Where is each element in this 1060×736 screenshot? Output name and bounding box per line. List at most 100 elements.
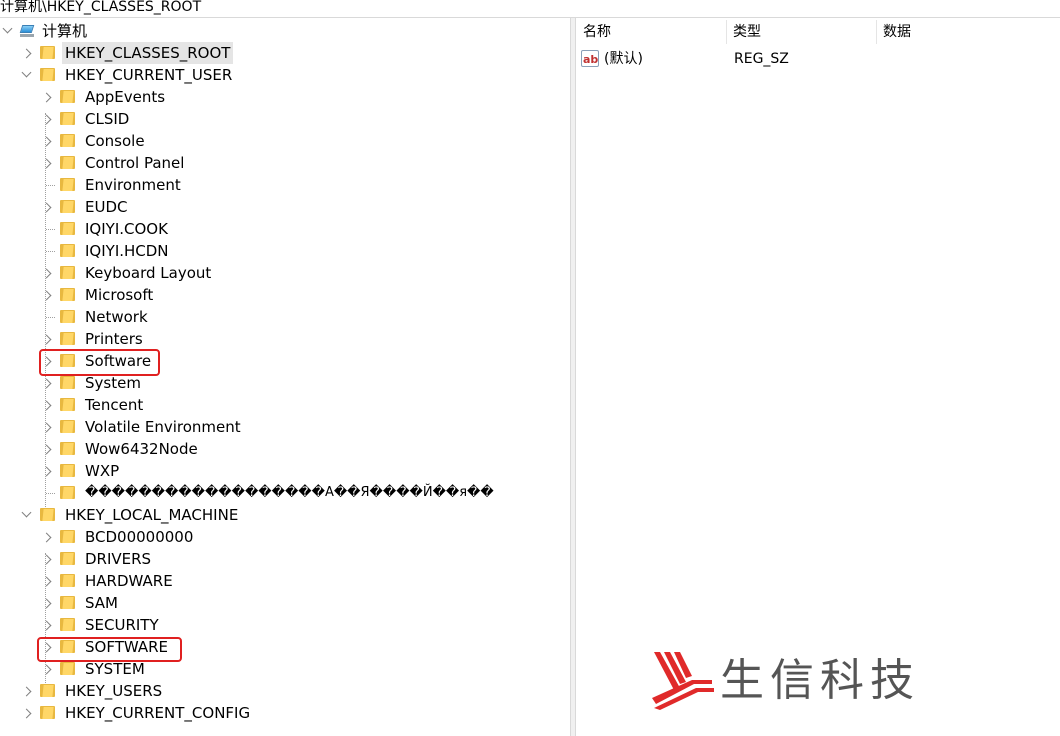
- tree-item-label: WXP: [85, 462, 120, 480]
- chevron-down-icon[interactable]: [2, 23, 13, 34]
- list-item[interactable]: ab (默认) REG_SZ: [581, 48, 1051, 70]
- chevron-right-icon[interactable]: [41, 444, 52, 455]
- tree-item-drivers[interactable]: DRIVERS: [41, 548, 460, 570]
- tree-item-label: Volatile Environment: [85, 418, 241, 436]
- folder-icon: [60, 332, 75, 345]
- tree-item-label: ������������������A��Я����Й��я��: [85, 485, 494, 500]
- tree-item-label: IQIYI.HCDN: [85, 242, 169, 260]
- tree-item-volatile-environment[interactable]: Volatile Environment: [41, 416, 460, 438]
- tree-item-appevents[interactable]: AppEvents: [41, 86, 460, 108]
- tree-hive-classes-root[interactable]: HKEY_CLASSES_ROOT: [21, 42, 340, 64]
- chevron-right-icon[interactable]: [41, 466, 52, 477]
- address-bar[interactable]: 计算机\HKEY_CLASSES_ROOT: [0, 0, 1060, 18]
- tree-item-tencent[interactable]: Tencent: [41, 394, 460, 416]
- chevron-right-icon[interactable]: [21, 686, 32, 697]
- chevron-right-icon[interactable]: [41, 554, 52, 565]
- tree-item-label: Tencent: [85, 396, 144, 414]
- pane-splitter[interactable]: [570, 18, 576, 736]
- tree-hive-current-config[interactable]: HKEY_CURRENT_CONFIG: [21, 702, 340, 724]
- tree-item-label: DRIVERS: [85, 550, 152, 568]
- tree-item-label: Network: [85, 308, 148, 326]
- chevron-right-icon[interactable]: [41, 202, 52, 213]
- tree-hive-users[interactable]: HKEY_USERS: [21, 680, 340, 702]
- folder-icon: [40, 706, 55, 719]
- folder-icon: [40, 684, 55, 697]
- chevron-down-icon[interactable]: [21, 507, 32, 518]
- column-header-type[interactable]: 类型: [727, 20, 877, 44]
- chevron-right-icon[interactable]: [41, 136, 52, 147]
- chevron-right-icon[interactable]: [41, 576, 52, 587]
- tree-root-computer[interactable]: 计算机: [0, 20, 200, 42]
- tree-item-keyboard-layout[interactable]: Keyboard Layout: [41, 262, 460, 284]
- tree-item-bcd[interactable]: BCD00000000: [41, 526, 460, 548]
- tree-item-label: IQIYI.COOK: [85, 220, 168, 238]
- tree-item-garbled[interactable]: ������������������A��Я����Й��я��: [46, 482, 540, 504]
- tree-item-microsoft[interactable]: Microsoft: [41, 284, 460, 306]
- tree-hive-current-user[interactable]: HKEY_CURRENT_USER: [21, 64, 340, 86]
- chevron-right-icon[interactable]: [21, 48, 32, 59]
- highlight-box-software: [39, 349, 160, 376]
- tree-item-console[interactable]: Console: [41, 130, 460, 152]
- tree-hive-label: HKEY_CURRENT_CONFIG: [65, 704, 251, 722]
- chevron-down-icon[interactable]: [21, 67, 32, 78]
- folder-icon: [60, 112, 75, 125]
- value-name: (默认): [604, 51, 643, 67]
- tree-item-label: Keyboard Layout: [85, 264, 212, 282]
- column-header-label: 数据: [883, 24, 911, 40]
- column-header-name[interactable]: 名称: [577, 20, 727, 44]
- tree-item-wxp[interactable]: WXP: [41, 460, 460, 482]
- tree-item-iqiyi-cook[interactable]: IQIYI.COOK: [46, 218, 460, 240]
- registry-tree[interactable]: 计算机 HKEY_CLASSES_ROOT HKEY_CURRENT_USER …: [0, 18, 570, 736]
- tree-hive-label: HKEY_CLASSES_ROOT: [62, 42, 234, 64]
- chevron-right-icon[interactable]: [41, 334, 52, 345]
- tree-item-network[interactable]: Network: [46, 306, 460, 328]
- chevron-right-icon[interactable]: [41, 378, 52, 389]
- watermark-text: 生信科技: [720, 655, 920, 706]
- folder-icon: [60, 552, 75, 565]
- column-header-data[interactable]: 数据: [877, 20, 1060, 44]
- chevron-right-icon[interactable]: [41, 620, 52, 631]
- computer-icon: [19, 25, 36, 37]
- tree-item-iqiyi-hcdn[interactable]: IQIYI.HCDN: [46, 240, 460, 262]
- chevron-right-icon[interactable]: [41, 268, 52, 279]
- chevron-right-icon[interactable]: [41, 158, 52, 169]
- tree-item-label: EUDC: [85, 198, 128, 216]
- chevron-right-icon[interactable]: [41, 664, 52, 675]
- chevron-right-icon[interactable]: [41, 400, 52, 411]
- tree-item-hardware[interactable]: HARDWARE: [41, 570, 460, 592]
- chevron-right-icon[interactable]: [21, 708, 32, 719]
- folder-icon: [60, 200, 75, 213]
- folder-icon: [60, 618, 75, 631]
- tree-item-security[interactable]: SECURITY: [41, 614, 460, 636]
- tree-item-environment[interactable]: Environment: [46, 174, 460, 196]
- tree-item-label: Wow6432Node: [85, 440, 198, 458]
- folder-icon: [60, 442, 75, 455]
- folder-icon: [40, 508, 55, 521]
- tree-hive-local-machine[interactable]: HKEY_LOCAL_MACHINE: [21, 504, 340, 526]
- folder-icon: [60, 464, 75, 477]
- tree-item-control-panel[interactable]: Control Panel: [41, 152, 460, 174]
- values-list[interactable]: 名称 类型 数据 ab (默认) REG_SZ: [577, 18, 1060, 736]
- chevron-right-icon[interactable]: [41, 114, 52, 125]
- folder-icon: [60, 90, 75, 103]
- folder-icon: [60, 574, 75, 587]
- tree-item-sam[interactable]: SAM: [41, 592, 460, 614]
- folder-icon: [60, 156, 75, 169]
- value-type: REG_SZ: [734, 51, 789, 67]
- chevron-right-icon[interactable]: [41, 422, 52, 433]
- chevron-right-icon[interactable]: [41, 532, 52, 543]
- column-header-label: 名称: [583, 24, 611, 40]
- folder-icon: [60, 310, 75, 323]
- folder-icon: [60, 244, 75, 257]
- tree-item-clsid[interactable]: CLSID: [41, 108, 460, 130]
- tree-hive-label: HKEY_LOCAL_MACHINE: [65, 506, 239, 524]
- folder-icon: [60, 420, 75, 433]
- chevron-right-icon[interactable]: [41, 92, 52, 103]
- chevron-right-icon[interactable]: [41, 290, 52, 301]
- tree-item-eudc[interactable]: EUDC: [41, 196, 460, 218]
- tree-item-wow6432node[interactable]: Wow6432Node: [41, 438, 460, 460]
- tree-hive-label: HKEY_CURRENT_USER: [65, 66, 233, 84]
- tree-item-printers[interactable]: Printers: [41, 328, 460, 350]
- folder-icon: [60, 288, 75, 301]
- chevron-right-icon[interactable]: [41, 598, 52, 609]
